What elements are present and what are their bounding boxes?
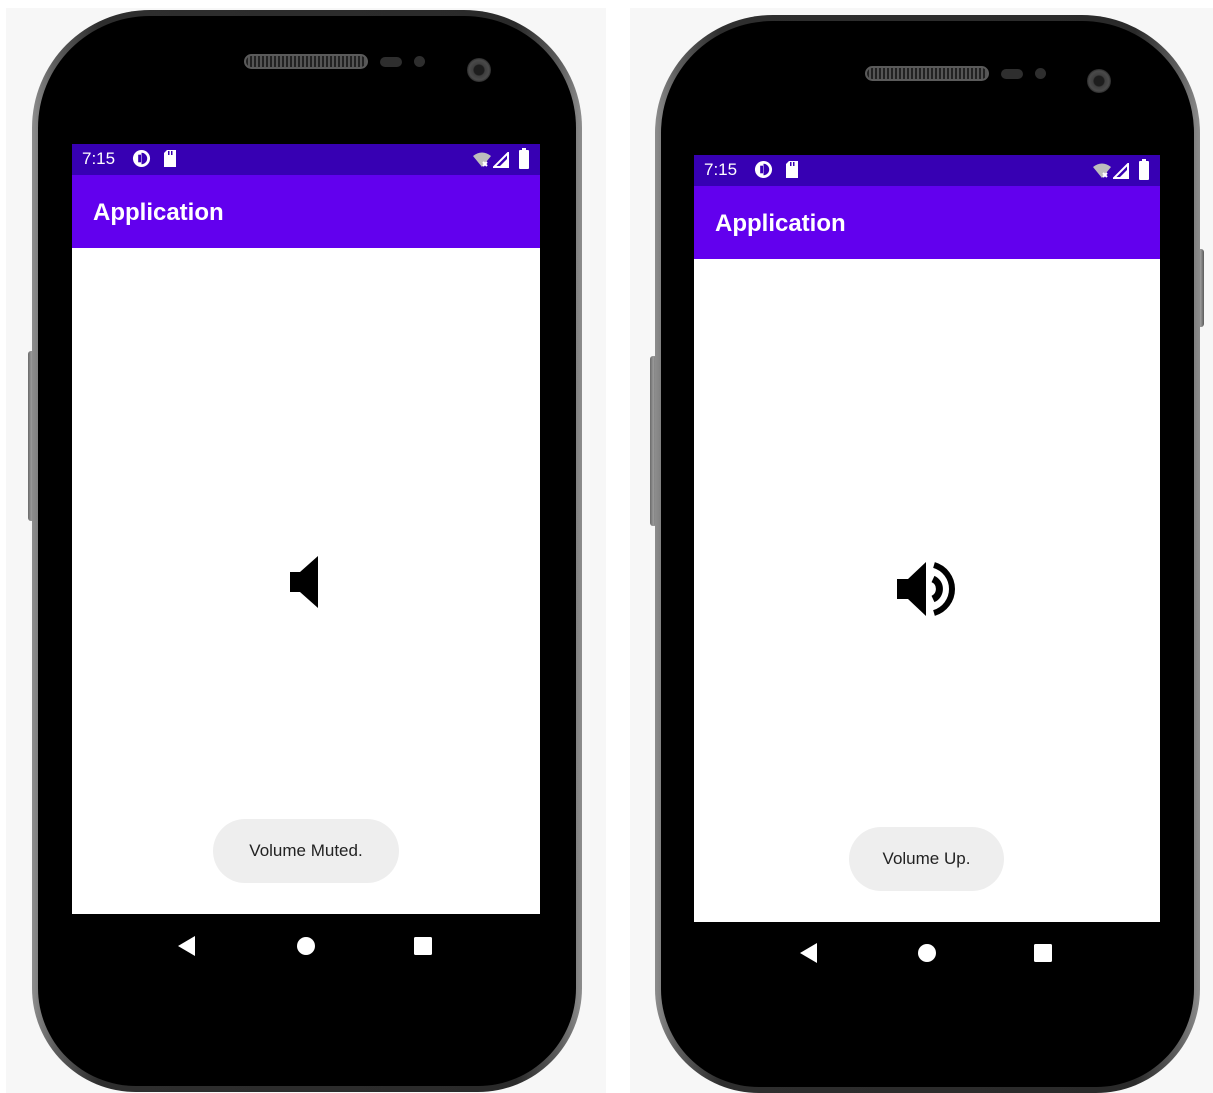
navigation-bar [72, 914, 540, 976]
data-saver-icon [132, 149, 151, 168]
app-title: Application [715, 210, 846, 237]
screenshot-panel-muted: 7:15 Application Volume Muted. [6, 8, 606, 1093]
app-bar: Application [72, 175, 540, 248]
cell-signal-icon [1113, 163, 1129, 179]
earpiece-speaker [865, 66, 989, 81]
light-sensor [414, 56, 425, 67]
speaker-volume-up-icon[interactable] [895, 559, 959, 619]
battery-icon [519, 148, 529, 169]
proximity-sensor [380, 57, 402, 67]
app-bar: Application [694, 186, 1160, 259]
phone-frame: 7:15 [32, 10, 582, 1092]
navigation-bar [694, 922, 1160, 984]
cell-signal-icon [493, 152, 509, 168]
speaker-muted-icon[interactable] [288, 554, 324, 610]
earpiece-speaker [244, 54, 368, 69]
sd-card-icon [164, 150, 176, 167]
sd-card-icon [786, 161, 798, 178]
light-sensor [1035, 68, 1046, 79]
status-time: 7:15 [704, 160, 738, 179]
status-time: 7:15 [82, 149, 116, 168]
phone-frame: 7:15 [655, 15, 1200, 1093]
front-camera-icon [1087, 69, 1111, 93]
wifi-off-icon [473, 152, 491, 167]
wifi-off-icon [1093, 163, 1111, 178]
toast-message: Volume Up. [849, 827, 1004, 891]
data-saver-icon [754, 160, 773, 179]
back-icon[interactable] [799, 942, 819, 964]
app-title: Application [93, 199, 224, 226]
battery-icon [1139, 159, 1149, 180]
home-icon[interactable] [296, 936, 316, 956]
proximity-sensor [1001, 69, 1023, 79]
recents-icon[interactable] [413, 936, 433, 956]
device-screen: 7:15 [72, 144, 540, 914]
recents-icon[interactable] [1033, 943, 1053, 963]
status-bar: 7:15 [694, 155, 1160, 186]
toast-message: Volume Muted. [213, 819, 399, 883]
home-icon[interactable] [917, 943, 937, 963]
back-icon[interactable] [177, 935, 197, 957]
screenshot-panel-volume-up: 7:15 Application Volume Up. [630, 8, 1213, 1093]
front-camera-icon [467, 58, 491, 82]
status-bar: 7:15 [72, 144, 540, 175]
device-screen: 7:15 [694, 155, 1160, 922]
